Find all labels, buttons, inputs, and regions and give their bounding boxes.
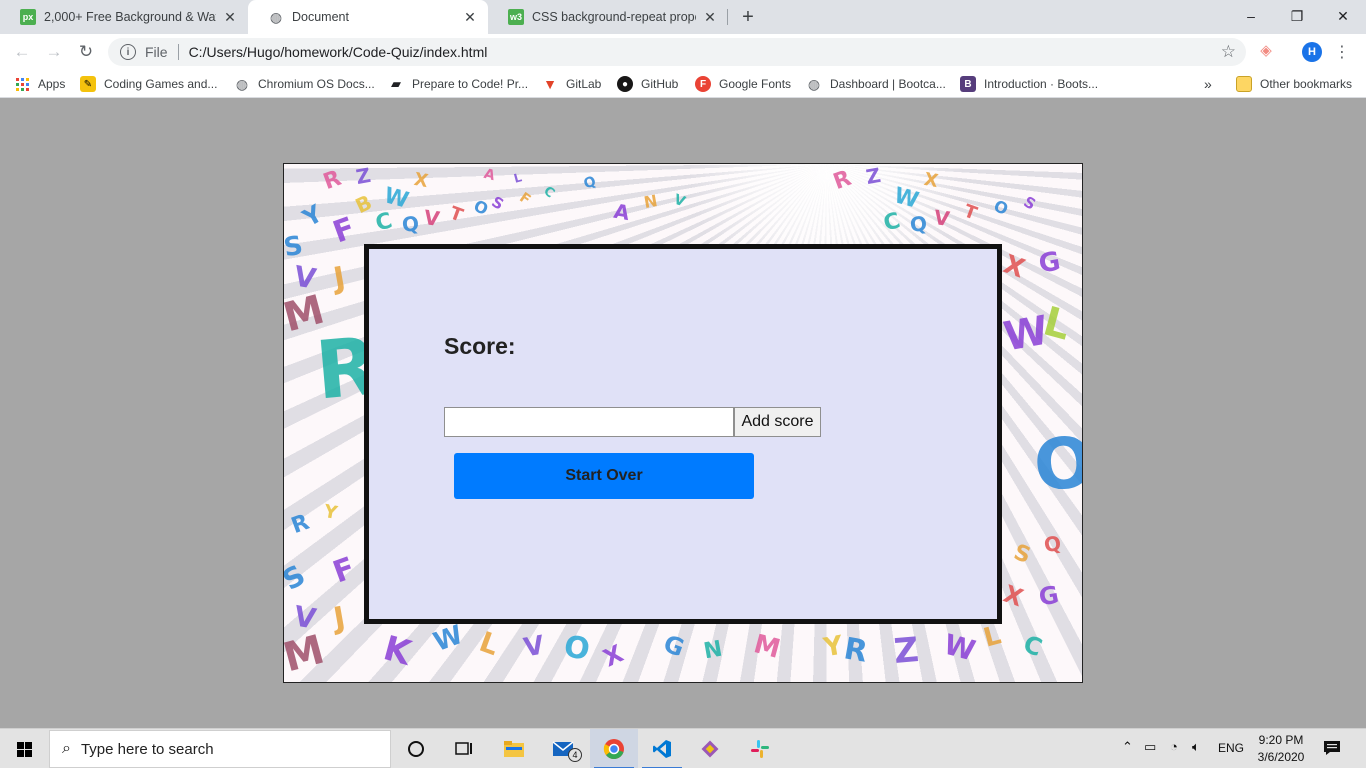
bookmark-label: Google Fonts [719,77,792,91]
info-icon[interactable]: i [120,44,136,60]
other-bookmarks[interactable]: Other bookmarks [1236,75,1352,93]
bookmark-label: Other bookmarks [1260,77,1353,91]
vscode-icon[interactable] [638,729,686,768]
bookmark-label: Dashboard | Bootca... [830,77,946,91]
tray-overflow-icon[interactable]: ⌃ [1122,739,1133,755]
tab-pixabay[interactable]: px 2,000+ Free Background & Wate ✕ [0,0,248,34]
bookmark-bootstrap[interactable]: B Introduction · Boots... [960,75,1098,93]
windows-start-button[interactable] [0,729,48,768]
bookmark-chromium-docs[interactable]: ◍ Chromium OS Docs... [234,75,375,93]
search-icon: ⌕ [62,740,71,757]
language-indicator[interactable]: ENG [1218,741,1244,755]
battery-icon[interactable]: ▭ [1144,739,1156,755]
new-tab-button[interactable]: + [736,5,760,29]
page-viewport: R Z W X B C Q V T O S F C Y F S V J M R … [0,99,1366,728]
bookmark-label: Apps [38,77,66,91]
clock-date: 3/6/2020 [1257,750,1305,764]
bookmark-label: Prepare to Code! Pr... [412,77,529,91]
tab-w3schools[interactable]: w3 CSS background-repeat property ✕ [488,0,728,34]
folder-icon [1236,76,1252,92]
close-tab-icon[interactable]: ✕ [222,9,238,25]
bookmark-label: Coding Games and... [104,77,218,91]
book-icon: ▰ [391,76,401,91]
menu-icon[interactable]: ⋮ [1334,40,1350,64]
close-tab-icon[interactable]: ✕ [462,9,478,25]
browser-toolbar: ← → ↻ i File C:/Users/Hugo/homework/Code… [0,34,1366,70]
bookmark-apps[interactable]: Apps [14,75,65,93]
bookmarks-bar: Apps ✎ Coding Games and... ◍ Chromium OS… [0,70,1366,98]
quiz-container: R Z W X B C Q V T O S F C Y F S V J M R … [283,163,1083,683]
bookmark-label: Introduction · Boots... [984,77,1099,91]
bookmarks-overflow-button[interactable]: » [1204,75,1212,93]
add-score-button[interactable]: Add score [734,407,821,437]
bookmark-label: GitHub [641,77,679,91]
globe-icon: ◍ [235,75,249,92]
start-over-button[interactable]: Start Over [454,453,754,499]
address-bar[interactable]: i File C:/Users/Hugo/homework/Code-Quiz/… [108,38,1246,66]
windows-logo-icon [16,741,32,757]
close-window-button[interactable]: ✕ [1320,0,1366,32]
profile-avatar[interactable]: H [1302,42,1322,62]
minimize-button[interactable]: – [1228,0,1274,32]
cortana-icon[interactable] [392,729,440,768]
reload-button[interactable]: ↻ [72,38,100,66]
git-client-icon[interactable] [686,729,734,768]
github-icon: ● [617,76,633,92]
mail-icon[interactable]: 4 [540,729,588,768]
bookmark-dashboard[interactable]: ◍ Dashboard | Bootca... [806,75,946,93]
slack-icon[interactable] [736,729,784,768]
clock-time: 9:20 PM [1258,733,1304,747]
wifi-icon[interactable]: ◔ [1170,739,1178,754]
tab-title: 2,000+ Free Background & Wate [44,10,216,24]
score-panel: Score: Add score Start Over [364,244,1002,624]
taskbar: ⌕ Type here to search 4 ⌃ ▭ ◔ 🔈︎ ENG 9:2… [0,728,1366,768]
bookmark-coding-games[interactable]: ✎ Coding Games and... [80,75,217,93]
bookmark-star-icon[interactable]: ☆ [1221,42,1236,62]
bookmark-gitlab[interactable]: ▼ GitLab [542,75,601,93]
tab-title: CSS background-repeat property [532,10,696,24]
bookmark-label: Chromium OS Docs... [258,77,375,91]
file-explorer-icon[interactable] [490,729,538,768]
maximize-button[interactable]: ❐ [1274,0,1320,32]
bookmark-label: GitLab [566,77,602,91]
mail-badge: 4 [568,748,582,762]
omnibox-separator [177,44,179,60]
volume-icon[interactable]: 🔈︎ [1192,739,1200,755]
globe-icon: ◍ [269,8,283,25]
gitlab-icon: ▼ [543,76,557,92]
system-clock[interactable]: 9:20 PM 3/6/2020 [1250,732,1312,766]
tab-separator [727,9,728,25]
tab-document[interactable]: ◍ Document ✕ [248,0,488,34]
tab-strip: px 2,000+ Free Background & Wate ✕ ◍ Doc… [0,0,1366,34]
bookmark-prepare-to-code[interactable]: ▰ Prepare to Code! Pr... [388,75,528,93]
w3schools-favicon-icon: w3 [508,9,524,25]
url-text[interactable]: C:/Users/Hugo/homework/Code-Quiz/index.h… [189,44,488,60]
globe-icon: ◍ [807,75,821,92]
bootstrap-icon: B [960,76,976,92]
score-heading: Score: [444,333,516,359]
forward-button[interactable]: → [40,38,68,66]
action-center-icon[interactable] [1322,739,1342,757]
tab-title: Document [292,10,349,24]
pixabay-favicon-icon: px [20,9,36,25]
bookmark-google-fonts[interactable]: F Google Fonts [695,75,791,93]
extension-icon[interactable]: ◈ [1256,40,1276,60]
taskbar-search-box[interactable]: ⌕ Type here to search [49,730,391,768]
google-fonts-icon: F [695,76,711,92]
initials-input[interactable] [444,407,734,437]
pen-icon: ✎ [80,76,96,92]
back-button[interactable]: ← [8,38,36,66]
chrome-taskbar-icon[interactable] [590,729,638,768]
apps-grid-icon [14,76,30,92]
close-tab-icon[interactable]: ✕ [702,9,718,25]
scheme-label: File [145,44,168,60]
bookmark-github[interactable]: ● GitHub [617,75,678,93]
search-placeholder: Type here to search [80,740,214,758]
task-view-icon[interactable] [440,729,488,768]
